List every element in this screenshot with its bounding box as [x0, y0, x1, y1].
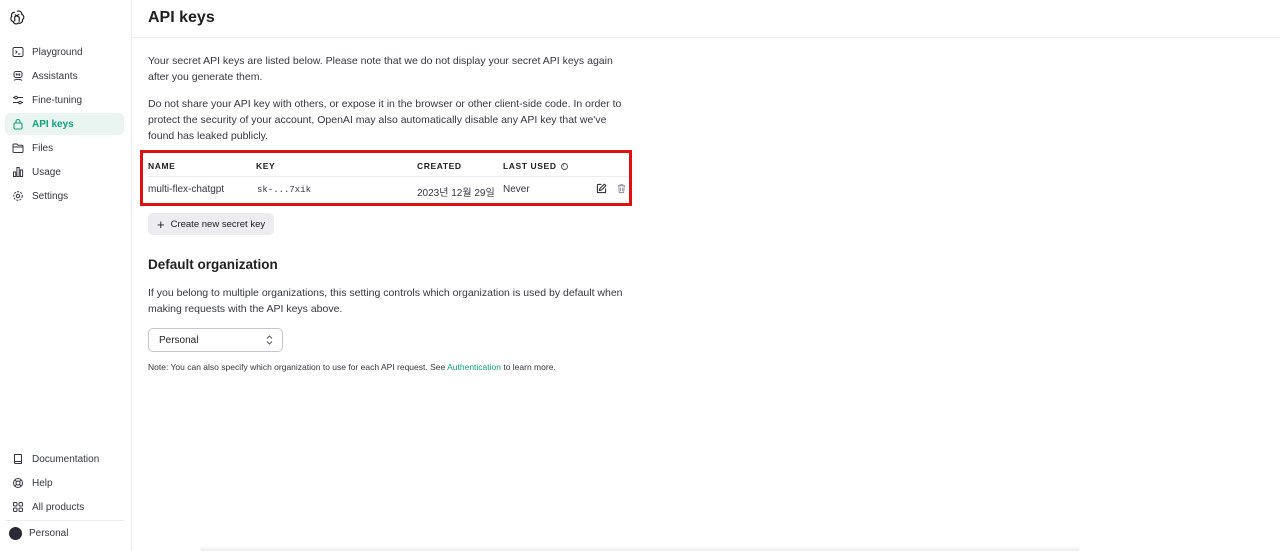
sidebar-item-label: Fine-tuning [32, 94, 83, 106]
sidebar-divider [5, 520, 124, 521]
org-note: Note: You can also specify which organiz… [148, 362, 556, 372]
default-org-heading: Default organization [148, 257, 278, 272]
column-header-created: CREATED [417, 161, 462, 171]
chevron-up-down-icon [266, 335, 273, 345]
info-icon[interactable]: i [560, 162, 568, 170]
intro-paragraph: Your secret API keys are listed below. P… [148, 55, 613, 83]
column-header-label: LAST USED [503, 161, 557, 171]
avatar [9, 527, 22, 540]
sliders-icon [11, 94, 24, 107]
security-paragraph: Do not share your API key with others, o… [148, 98, 622, 142]
sidebar-item-label: Usage [32, 166, 61, 178]
sidebar-item-assistants[interactable]: Assistants [5, 65, 124, 87]
folder-icon [11, 142, 24, 155]
sidebar-item-files[interactable]: Files [5, 137, 124, 159]
sidebar-item-usage[interactable]: Usage [5, 161, 124, 183]
book-icon [11, 453, 24, 466]
sidebar-item-label: Settings [32, 190, 69, 202]
sidebar: Playground Assistants Fine-tuning API ke… [0, 0, 132, 551]
page-header: API keys [132, 0, 1280, 38]
bottom-scroll-shadow [200, 546, 1080, 551]
create-secret-key-button[interactable]: + Create new secret key [148, 213, 275, 235]
lock-icon [11, 118, 24, 131]
sidebar-item-playground[interactable]: Playground [5, 41, 124, 63]
sidebar-item-label: Playground [32, 46, 83, 58]
page-title: API keys [148, 9, 215, 26]
sidebar-item-api-keys[interactable]: API keys [5, 113, 124, 135]
authentication-link[interactable]: Authentication [447, 362, 501, 372]
trash-icon[interactable] [615, 182, 628, 195]
sidebar-item-label: API keys [32, 118, 74, 130]
sidebar-item-fine-tuning[interactable]: Fine-tuning [5, 89, 124, 111]
key-name-cell: multi-flex-chatgpt [148, 184, 225, 195]
sidebar-bottom-nav: Documentation Help All products [5, 448, 124, 520]
grid-icon [11, 501, 24, 514]
org-note-suffix: to learn more. [500, 362, 556, 372]
assistant-icon [11, 70, 24, 83]
sidebar-item-help[interactable]: Help [5, 472, 124, 494]
column-header-name: NAME [148, 161, 176, 171]
sidebar-item-label: All products [32, 501, 85, 513]
org-switcher[interactable]: Personal [9, 527, 68, 540]
default-org-description: If you belong to multiple organizations,… [148, 287, 623, 315]
sidebar-item-label: Assistants [32, 70, 78, 82]
sidebar-item-all-products[interactable]: All products [5, 496, 124, 518]
sidebar-item-documentation[interactable]: Documentation [5, 448, 124, 470]
created-date-cell: 2023년 12월 29일 [417, 188, 495, 199]
last-used-cell: Never [503, 184, 530, 195]
api-keys-table: NAME KEY CREATED LAST USED i multi-flex-… [140, 150, 632, 206]
column-header-key: KEY [256, 161, 276, 171]
sidebar-item-label: Documentation [32, 453, 100, 465]
key-value-cell: sk-...7xik [257, 185, 312, 195]
edit-icon[interactable] [595, 182, 608, 195]
default-org-selected: Personal [159, 334, 199, 346]
column-header-last-used: LAST USED i [503, 161, 568, 171]
sidebar-item-label: Files [32, 142, 54, 154]
bar-chart-icon [11, 166, 24, 179]
org-label: Personal [29, 528, 69, 539]
sidebar-item-settings[interactable]: Settings [5, 185, 124, 207]
openai-logo-icon[interactable] [8, 9, 26, 27]
gear-icon [11, 190, 24, 203]
lifebuoy-icon [11, 477, 24, 490]
plus-icon: + [157, 216, 165, 232]
create-secret-key-label: Create new secret key [170, 218, 266, 230]
org-note-prefix: Note: You can also specify which organiz… [148, 362, 448, 372]
sidebar-item-label: Help [32, 477, 53, 489]
terminal-icon [11, 46, 24, 59]
table-header-divider [148, 176, 629, 177]
app-window: Playground Assistants Fine-tuning API ke… [0, 0, 1280, 551]
default-org-select[interactable]: Personal [148, 328, 283, 352]
sidebar-nav: Playground Assistants Fine-tuning API ke… [5, 41, 124, 209]
